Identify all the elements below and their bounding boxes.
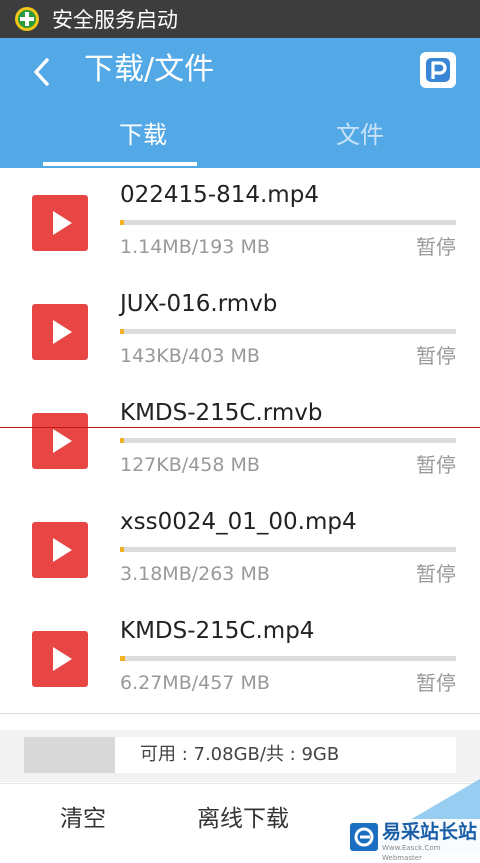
- progress-fill: [120, 438, 124, 443]
- play-button[interactable]: [32, 304, 88, 360]
- red-guide-line: [0, 427, 480, 428]
- progress-fill: [120, 329, 124, 334]
- tab-files[interactable]: 文件: [260, 112, 460, 168]
- download-item[interactable]: KMDS-215C.rmvb 127KB/458 MB 暂停: [0, 386, 480, 496]
- play-button[interactable]: [32, 631, 88, 687]
- progress-bar: [120, 438, 456, 443]
- p-logo-icon: [426, 58, 450, 82]
- file-size: 6.27MB/457 MB: [120, 672, 270, 694]
- storage-label: 可用 : 7.08GB/共 : 9GB: [140, 744, 340, 765]
- pause-button[interactable]: 暂停: [416, 561, 456, 587]
- progress-bar: [120, 656, 456, 661]
- watermark: 易采站长站 Www.Easck.Com Webmaster: [346, 819, 480, 862]
- page-title: 下载/文件: [84, 52, 215, 87]
- progress-fill: [120, 656, 125, 661]
- play-button[interactable]: [32, 413, 88, 469]
- file-size: 143KB/403 MB: [120, 345, 260, 367]
- offline-download-button[interactable]: 离线下载: [197, 784, 289, 854]
- download-item[interactable]: JUX-016.rmvb 143KB/403 MB 暂停: [0, 277, 480, 387]
- back-arrow-icon[interactable]: [28, 56, 56, 88]
- pause-button[interactable]: 暂停: [416, 452, 456, 478]
- play-icon: [53, 211, 72, 235]
- file-name: KMDS-215C.rmvb: [120, 400, 323, 426]
- watermark-text: 易采站长站: [382, 821, 478, 843]
- play-icon: [53, 538, 72, 562]
- progress-bar: [120, 220, 456, 225]
- download-item[interactable]: 022415-814.mp4 1.14MB/193 MB 暂停: [0, 168, 480, 278]
- progress-fill: [120, 220, 124, 225]
- file-name: 022415-814.mp4: [120, 182, 319, 208]
- file-name: KMDS-215C.mp4: [120, 618, 315, 644]
- progress-fill: [120, 547, 125, 552]
- p-app-button[interactable]: [420, 52, 456, 88]
- progress-bar: [120, 329, 456, 334]
- watermark-subtext: Www.Easck.Com Webmaster: [382, 844, 441, 862]
- file-size: 127KB/458 MB: [120, 454, 260, 476]
- storage-bar: 可用 : 7.08GB/共 : 9GB: [0, 730, 480, 782]
- download-item[interactable]: xss0024_01_00.mp4 3.18MB/263 MB 暂停: [0, 495, 480, 605]
- file-size: 3.18MB/263 MB: [120, 563, 270, 585]
- progress-bar: [120, 547, 456, 552]
- play-icon: [53, 320, 72, 344]
- status-text: 安全服务启动: [52, 8, 178, 32]
- status-bar: 安全服务启动: [0, 0, 480, 38]
- bottom-bar: 清空 离线下载 易采站长站 Www.Easck.Com Webmaster: [0, 779, 480, 862]
- pause-button[interactable]: 暂停: [416, 670, 456, 696]
- security-shield-icon: [15, 7, 39, 31]
- file-size: 1.14MB/193 MB: [120, 236, 270, 258]
- watermark-logo-icon: [350, 823, 378, 851]
- play-button[interactable]: [32, 195, 88, 251]
- play-icon: [53, 429, 72, 453]
- pause-button[interactable]: 暂停: [416, 343, 456, 369]
- tab-indicator: [43, 162, 197, 166]
- play-icon: [53, 647, 72, 671]
- tab-download[interactable]: 下载: [43, 112, 243, 168]
- download-item[interactable]: KMDS-215C.mp4 6.27MB/457 MB 暂停: [0, 604, 480, 714]
- app-bar: 下载/文件 下载 文件: [0, 38, 480, 168]
- storage-used: [24, 737, 115, 773]
- clear-button[interactable]: 清空: [60, 784, 106, 854]
- pause-button[interactable]: 暂停: [416, 234, 456, 260]
- file-name: xss0024_01_00.mp4: [120, 509, 357, 535]
- file-name: JUX-016.rmvb: [120, 291, 278, 317]
- play-button[interactable]: [32, 522, 88, 578]
